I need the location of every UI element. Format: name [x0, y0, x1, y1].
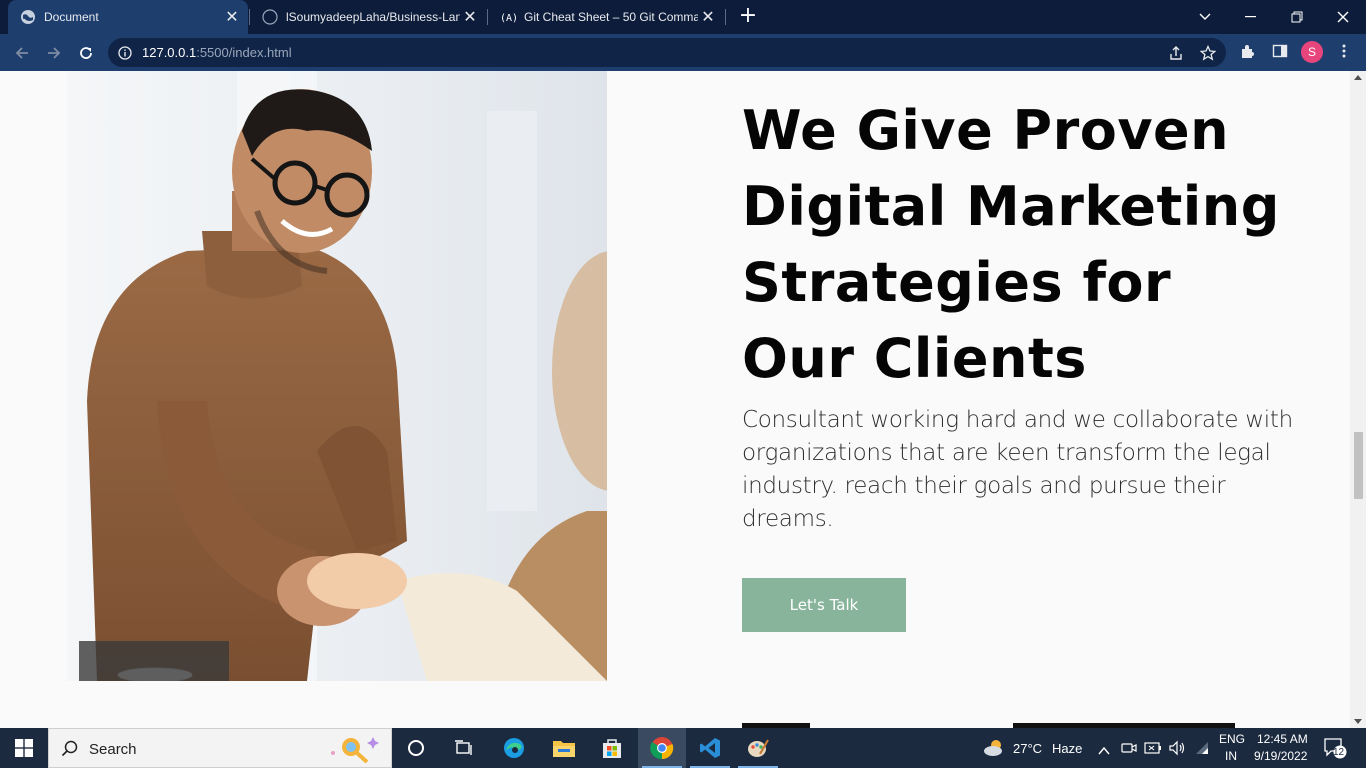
scroll-up-arrow-icon[interactable]	[1354, 75, 1362, 80]
tab-git-cheat-sheet[interactable]: (A) Git Cheat Sheet – 50 Git Commands ✕	[488, 0, 724, 34]
clock-time[interactable]: 12:45 AM	[1257, 732, 1308, 746]
bookmark-star-icon[interactable]	[1199, 44, 1217, 65]
store-bag-icon	[603, 739, 621, 758]
svg-text:(A): (A)	[500, 13, 516, 24]
url-path: :5500/index.html	[196, 45, 292, 60]
chevron-down-icon	[1199, 13, 1211, 20]
windows-logo-icon	[15, 739, 33, 757]
close-icon	[1337, 11, 1349, 23]
chevron-up-icon[interactable]	[1098, 741, 1110, 760]
profile-avatar[interactable]: S	[1301, 41, 1323, 63]
url-host: 127.0.0.1	[142, 45, 197, 60]
tab-github[interactable]: lSoumyadeepLaha/Business-Landing ✕	[250, 0, 486, 34]
notification-count: 12	[1333, 747, 1345, 758]
url-text: 127.0.0.1:5500/index.html	[142, 45, 292, 60]
browser-tab-strip: Document ✕ lSoumyadeepLaha/Business-Land…	[0, 0, 1366, 34]
scrollbar-thumb[interactable]	[1354, 432, 1363, 499]
edge-browser-icon	[504, 738, 524, 758]
arrow-left-icon	[15, 47, 28, 59]
taskbar-chrome[interactable]	[638, 728, 686, 768]
web-page: We Give Proven Digital Marketing Strateg…	[0, 71, 1350, 728]
task-view-icon	[455, 740, 472, 755]
volume-icon[interactable]	[1168, 740, 1186, 760]
tab-title: Document	[44, 10, 99, 24]
hero-heading: We Give Proven Digital Marketing Strateg…	[742, 99, 1280, 390]
browser-toolbar: 127.0.0.1:5500/index.html S	[0, 34, 1366, 71]
task-view-button[interactable]	[440, 728, 488, 768]
back-button[interactable]	[8, 39, 36, 67]
close-tab-icon[interactable]: ✕	[460, 7, 480, 27]
cortana-circle-icon	[408, 740, 424, 756]
windows-taskbar: Search 27°C Haze ENG IN 12:45 AM 9/19/20…	[0, 728, 1366, 768]
minimize-icon	[1245, 16, 1256, 18]
tab-separator	[725, 9, 726, 25]
meet-now-icon[interactable]	[1121, 740, 1137, 760]
taskbar-edge[interactable]	[490, 728, 538, 768]
minimize-button[interactable]	[1228, 0, 1274, 34]
side-panel-icon[interactable]	[1272, 43, 1288, 63]
tab-title: Git Cheat Sheet – 50 Git Commands	[524, 10, 698, 24]
start-button[interactable]	[0, 728, 48, 768]
taskbar-microsoft-store[interactable]	[588, 728, 636, 768]
taskbar-search-box[interactable]: Search	[48, 728, 392, 768]
language-region[interactable]: IN	[1225, 749, 1237, 763]
freecodecamp-icon: (A)	[500, 9, 516, 25]
language-code[interactable]: ENG	[1219, 732, 1245, 746]
chrome-icon	[650, 737, 674, 760]
share-icon[interactable]	[1168, 45, 1184, 65]
weather-description[interactable]: Haze	[1052, 741, 1082, 756]
tab-title: lSoumyadeepLaha/Business-Landing	[286, 10, 460, 24]
restore-icon	[1291, 11, 1303, 23]
taskbar-paint[interactable]	[734, 728, 782, 768]
page-scrollbar[interactable]	[1350, 71, 1366, 728]
lets-talk-button[interactable]: Let's Talk	[742, 578, 906, 632]
search-highlight-art-icon	[327, 735, 379, 767]
taskbar-vscode[interactable]	[686, 728, 734, 768]
github-icon	[262, 9, 278, 25]
search-icon	[61, 740, 78, 761]
close-tab-icon[interactable]: ✕	[222, 7, 242, 27]
handshake-photo	[67, 71, 607, 681]
battery-icon[interactable]	[1144, 740, 1162, 760]
close-tab-icon[interactable]: ✕	[698, 7, 718, 27]
weather-temperature[interactable]: 27°C	[1013, 741, 1042, 756]
wifi-icon[interactable]	[1194, 740, 1210, 760]
weather-cloud-icon[interactable]	[983, 737, 1007, 761]
forward-button[interactable]	[40, 39, 68, 67]
tab-search-button[interactable]	[1182, 0, 1228, 34]
search-label: Search	[89, 741, 137, 758]
address-bar[interactable]: 127.0.0.1:5500/index.html	[108, 38, 1226, 67]
scroll-down-arrow-icon[interactable]	[1354, 719, 1362, 724]
cortana-button[interactable]	[392, 728, 440, 768]
globe-icon	[20, 9, 36, 25]
kebab-menu-icon[interactable]	[1336, 43, 1352, 63]
reload-icon	[80, 47, 92, 59]
folder-icon	[553, 741, 575, 757]
new-tab-button[interactable]: +	[736, 5, 760, 29]
arrow-right-icon	[48, 47, 61, 59]
close-window-button[interactable]	[1320, 0, 1366, 34]
paint-palette-icon	[748, 739, 769, 757]
taskbar-file-explorer[interactable]	[540, 728, 588, 768]
info-icon[interactable]	[118, 45, 132, 64]
reload-button[interactable]	[72, 39, 100, 67]
tab-document[interactable]: Document ✕	[8, 0, 248, 34]
hero-description: Consultant working hard and we collabora…	[742, 407, 1293, 532]
extensions-puzzle-icon[interactable]	[1240, 43, 1256, 63]
clock-date[interactable]: 9/19/2022	[1254, 749, 1307, 763]
restore-button[interactable]	[1274, 0, 1320, 34]
vscode-icon	[700, 738, 720, 758]
